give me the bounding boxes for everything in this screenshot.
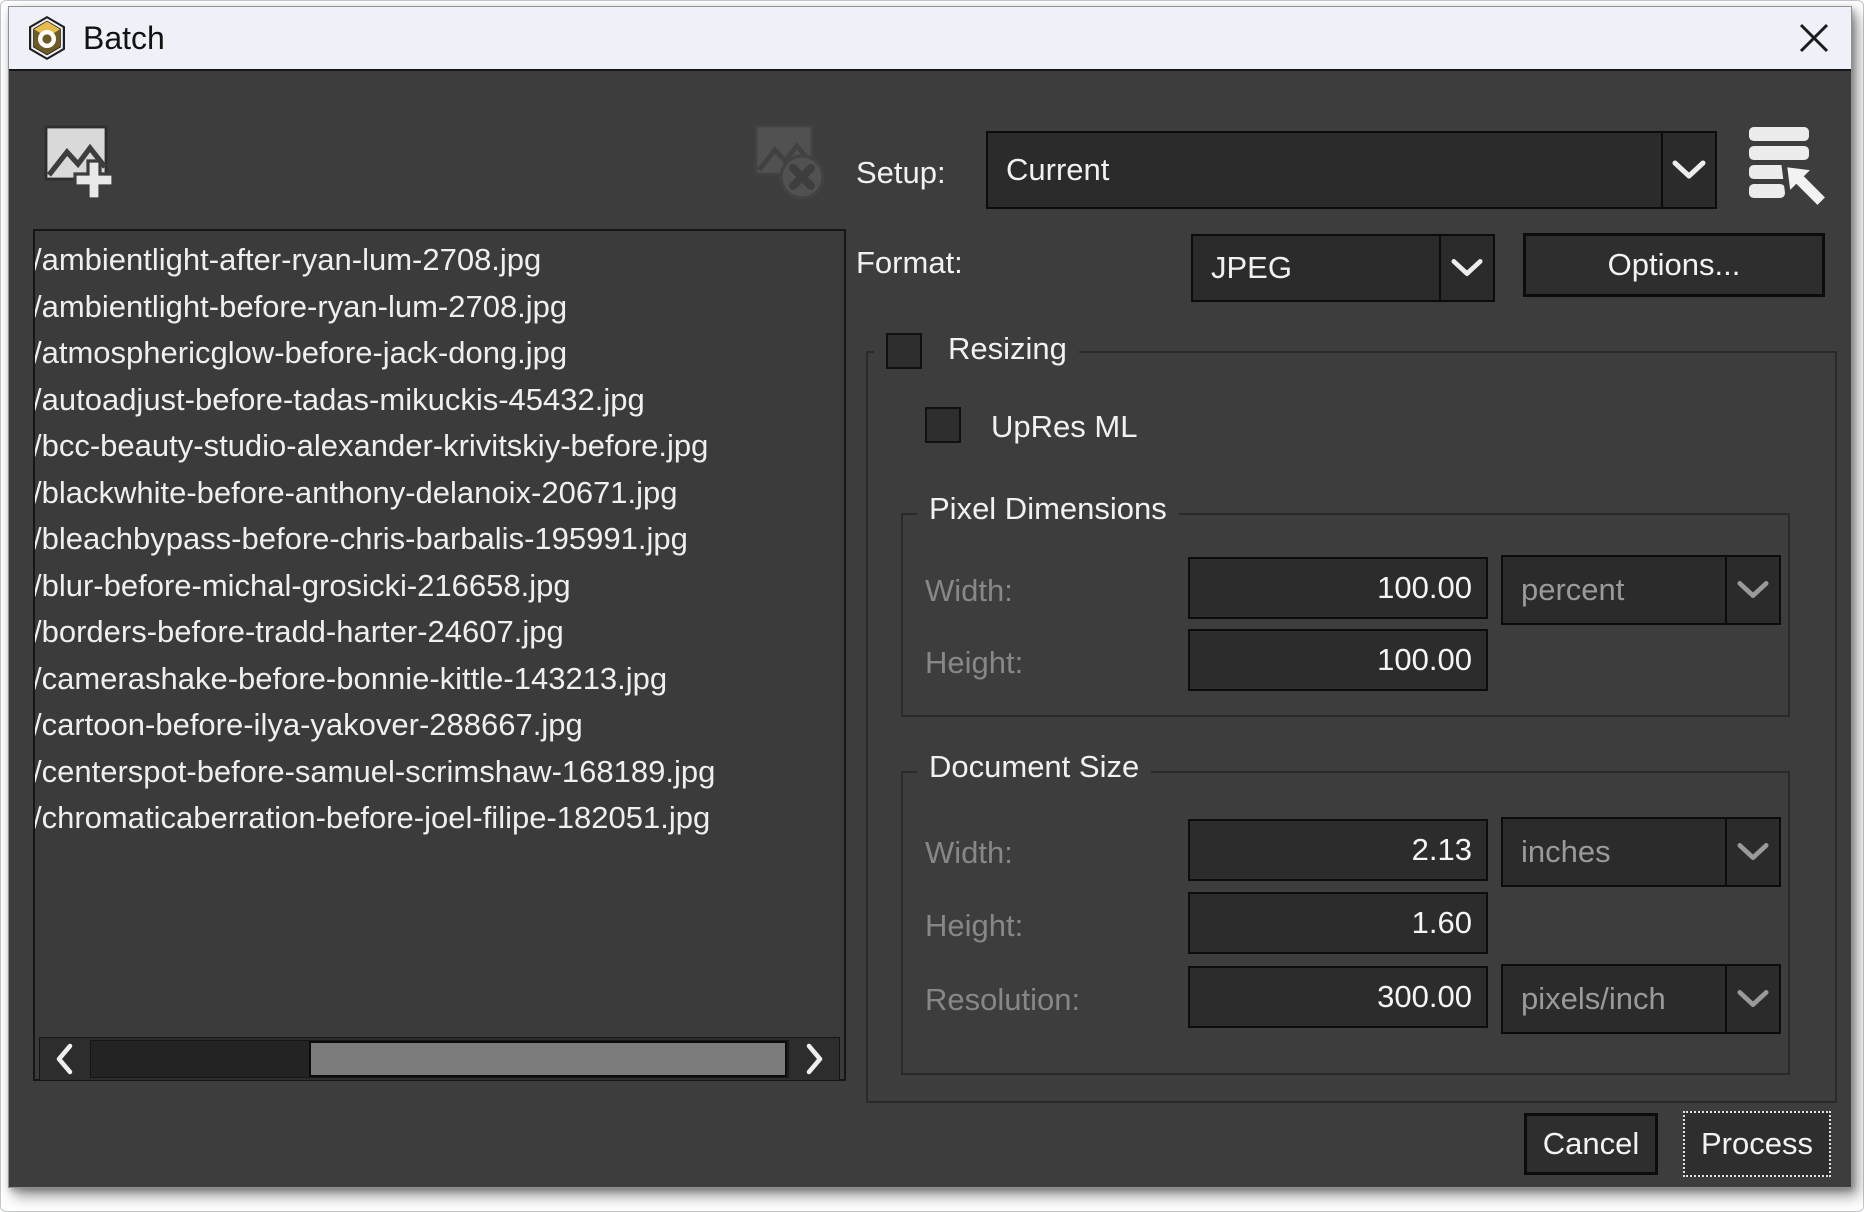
window-title: Batch (83, 20, 165, 57)
list-item[interactable]: /camerashake-before-bonnie-kittle-143213… (33, 656, 842, 703)
scroll-left-icon[interactable] (42, 1038, 86, 1080)
pixel-height-input[interactable] (1188, 629, 1488, 691)
chevron-down-icon (1439, 236, 1493, 300)
doc-unit-select[interactable]: inches (1501, 817, 1781, 887)
format-selected-value: JPEG (1193, 236, 1439, 300)
list-item[interactable]: /autoadjust-before-tadas-mikuckis-45432.… (33, 377, 842, 424)
resolution-label: Resolution: (925, 982, 1080, 1018)
resizing-label: Resizing (948, 331, 1067, 366)
file-list[interactable]: /ambientlight-after-ryan-lum-2708.jpg/am… (33, 229, 846, 1081)
options-button[interactable]: Options... (1523, 233, 1825, 297)
resizing-checkbox[interactable] (886, 333, 922, 369)
list-item[interactable]: /borders-before-tradd-harter-24607.jpg (33, 609, 842, 656)
pixel-unit-select[interactable]: percent (1501, 555, 1781, 625)
resizing-legend: Resizing (874, 331, 1079, 369)
format-label: Format: (856, 245, 963, 281)
list-item[interactable]: /ambientlight-before-ryan-lum-2708.jpg (33, 284, 842, 331)
pixel-width-label: Width: (925, 573, 1013, 609)
doc-unit-value: inches (1503, 819, 1725, 885)
list-item[interactable]: /centerspot-before-samuel-scrimshaw-1681… (33, 749, 842, 796)
scrollbar-thumb[interactable] (309, 1041, 787, 1077)
resolution-input[interactable] (1188, 966, 1488, 1028)
options-button-label: Options... (1608, 247, 1741, 283)
apply-preset-stack-icon[interactable] (1747, 125, 1825, 212)
upres-ml-checkbox[interactable] (925, 407, 961, 443)
horizontal-scrollbar[interactable] (39, 1037, 840, 1081)
list-item[interactable]: /atmosphericglow-before-jack-dong.jpg (33, 330, 842, 377)
setup-select[interactable]: Current (986, 131, 1717, 209)
pixel-dimensions-title: Pixel Dimensions (917, 491, 1179, 527)
document-size-title: Document Size (917, 749, 1151, 785)
cancel-button-label: Cancel (1543, 1126, 1640, 1162)
doc-height-input[interactable] (1188, 892, 1488, 954)
doc-width-label: Width: (925, 835, 1013, 871)
list-item[interactable]: /bcc-beauty-studio-alexander-krivitskiy-… (33, 423, 842, 470)
add-images-icon[interactable] (43, 119, 119, 210)
list-item[interactable]: /cartoon-before-ilya-yakover-288667.jpg (33, 702, 842, 749)
remove-images-icon (753, 121, 827, 208)
list-item[interactable]: /blackwhite-before-anthony-delanoix-2067… (33, 470, 842, 517)
scrollbar-track[interactable] (90, 1040, 789, 1078)
pixel-unit-value: percent (1503, 557, 1725, 623)
process-button[interactable]: Process (1683, 1111, 1831, 1177)
list-item[interactable]: /chromaticaberration-before-joel-filipe-… (33, 795, 842, 842)
pixel-width-input[interactable] (1188, 557, 1488, 619)
pixel-height-label: Height: (925, 645, 1023, 681)
setup-label: Setup: (856, 155, 946, 191)
app-logo-icon (27, 15, 67, 61)
resolution-unit-value: pixels/inch (1503, 966, 1725, 1032)
resizing-group: Resizing UpRes ML Pixel Dimensions Width… (866, 351, 1837, 1103)
batch-dialog: Batch Setup: Curr (8, 6, 1852, 1188)
setup-selected-value: Current (988, 133, 1661, 207)
doc-height-label: Height: (925, 908, 1023, 944)
resolution-unit-select[interactable]: pixels/inch (1501, 964, 1781, 1034)
chevron-down-icon (1725, 557, 1779, 623)
scroll-right-icon[interactable] (793, 1038, 837, 1080)
list-item[interactable]: /ambientlight-after-ryan-lum-2708.jpg (33, 237, 842, 284)
format-select[interactable]: JPEG (1191, 234, 1495, 302)
upres-ml-label: UpRes ML (991, 409, 1137, 445)
chevron-down-icon (1661, 133, 1715, 207)
chevron-down-icon (1725, 819, 1779, 885)
titlebar: Batch (9, 7, 1851, 71)
process-button-label: Process (1701, 1126, 1813, 1162)
chevron-down-icon (1725, 966, 1779, 1032)
cancel-button[interactable]: Cancel (1524, 1113, 1658, 1175)
close-icon[interactable] (1791, 15, 1837, 61)
doc-width-input[interactable] (1188, 819, 1488, 881)
document-size-group: Document Size Width: inches Height: Reso… (901, 771, 1790, 1075)
list-item[interactable]: /bleachbypass-before-chris-barbalis-1959… (33, 516, 842, 563)
pixel-dimensions-group: Pixel Dimensions Width: percent Height: (901, 513, 1790, 717)
file-items: /ambientlight-after-ryan-lum-2708.jpg/am… (41, 237, 842, 842)
list-item[interactable]: /blur-before-michal-grosicki-216658.jpg (33, 563, 842, 610)
